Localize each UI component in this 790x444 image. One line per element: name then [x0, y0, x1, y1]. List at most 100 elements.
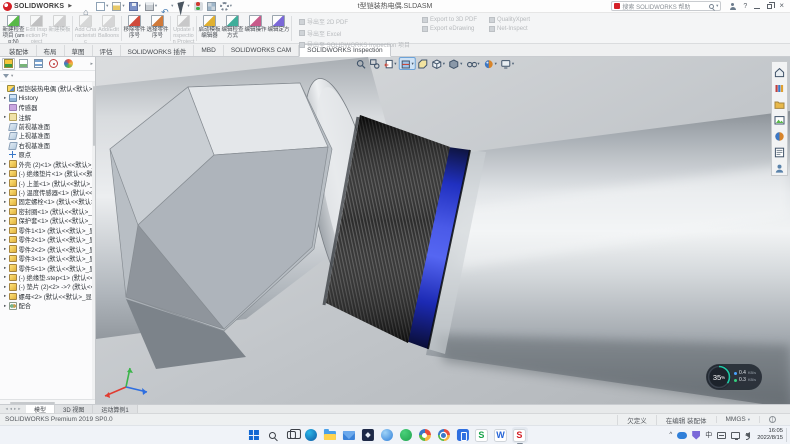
hidden-icons-chevron[interactable]: ^ [669, 432, 672, 438]
ribbon-tab-装配体[interactable]: 装配体 [2, 45, 37, 56]
ribbon-tab-草图[interactable]: 草图 [65, 45, 93, 56]
mail-taskbar-button[interactable] [340, 427, 356, 443]
tree-item-18[interactable]: ▸零件5<1> (默认<<默认>_显示状态 [0, 263, 95, 272]
edge-taskbar-button[interactable] [302, 427, 318, 443]
taskbar-clock[interactable]: 16:05 2022/8/15 [757, 428, 787, 442]
undo-button[interactable] [161, 2, 173, 11]
forum-tab[interactable] [774, 161, 785, 172]
tree-item-16[interactable]: ▸零件2<2> (默认<<默认>_显示状态 [0, 244, 95, 253]
tree-item-14[interactable]: ▸零件1<1> (默认<<默认>_显示状态 [0, 226, 95, 235]
resources-tab[interactable] [774, 65, 785, 76]
tree-item-21[interactable]: ▸螺母<2> (默认<<默认>_显示状态 [0, 292, 95, 301]
menu-flyout-arrow-icon[interactable]: ▶ [68, 3, 72, 9]
home-button[interactable] [83, 2, 92, 11]
tree-item-19[interactable]: ▸(-) 绝缘垫.step<1> (默认<<默认 [0, 273, 95, 282]
fm-tab-features[interactable] [2, 58, 15, 70]
appearances-tab[interactable] [774, 129, 785, 140]
task-view-taskbar-button[interactable] [283, 427, 299, 443]
new-button[interactable] [96, 2, 108, 11]
edit-operation-button[interactable]: 编辑操作 [244, 14, 267, 43]
speed-ball-widget[interactable]: 35% 0.4 KB/s 0.3 KB/s [706, 364, 762, 390]
fm-tab-display-manager[interactable] [62, 58, 75, 70]
ribbon-tab-布局[interactable]: 布局 [37, 45, 65, 56]
usage-percent-ball[interactable]: 35% [707, 365, 731, 389]
launch-template-editor-button[interactable]: 启动模板编辑器 [198, 14, 221, 43]
tree-item-15[interactable]: ▸零件2<1> (默认<<默认>_显示状态 [0, 235, 95, 244]
tree-item-0[interactable]: ▸History [0, 93, 95, 102]
help-button[interactable]: ? [743, 3, 747, 10]
tree-item-5[interactable]: ▸右视基准面 [0, 141, 95, 150]
green-app-taskbar-button[interactable] [397, 427, 413, 443]
tree-filter[interactable]: ▾ [0, 71, 95, 82]
restore-button[interactable] [767, 4, 772, 9]
custom-properties-tab[interactable] [774, 145, 785, 156]
tree-item-12[interactable]: ▸密封圈<1> (默认<<默认>_显示状 [0, 207, 95, 216]
ribbon-tab-solidworks-插件[interactable]: SOLIDWORKS 插件 [121, 45, 195, 56]
edit-appearance-button[interactable] [483, 58, 497, 69]
tree-item-8[interactable]: ▸(-) 绝缘垫片<1> (默认<<默认>_显 [0, 169, 95, 178]
volume-icon[interactable] [745, 432, 750, 438]
search-taskbar-button[interactable] [264, 427, 280, 443]
unit-system-selector[interactable]: MMGS ▾ [716, 416, 760, 423]
tree-item-17[interactable]: ▸零件3<1> (默认<<默认>_显示状态 [0, 254, 95, 263]
fm-tab-dimxpert[interactable] [47, 58, 60, 70]
tree-item-22[interactable]: ▸配合 [0, 301, 95, 310]
zoom-area-button[interactable] [369, 58, 380, 69]
tree-item-3[interactable]: ▸前视基准面 [0, 122, 95, 131]
edit-inspection-method-button[interactable]: 编辑检查方式 [221, 14, 244, 43]
search-box[interactable]: 搜索 SOLIDWORKS 帮助 ▾ [611, 1, 721, 11]
sign-in-icon[interactable] [729, 3, 736, 10]
file-explorer-taskbar-button[interactable] [321, 427, 337, 443]
select-balloons-button[interactable]: 选择零件序号 [146, 14, 169, 43]
ribbon-tab-solidworks-cam[interactable]: SOLIDWORKS CAM [224, 45, 299, 56]
close-button[interactable]: × [779, 2, 784, 10]
ribbon-tab-mbd[interactable]: MBD [194, 45, 223, 56]
eseal-app-taskbar-button[interactable]: S [473, 427, 489, 443]
doc-tab-3D-视图[interactable]: 3D 视图 [55, 405, 93, 413]
tree-item-7[interactable]: ▸外壳 (2)<1> (默认<<默认>_显示状 [0, 160, 95, 169]
fm-tab-overflow-icon[interactable]: ▸ [90, 61, 93, 67]
annotation-view-button[interactable] [417, 58, 428, 69]
phone-app-taskbar-button[interactable] [454, 427, 470, 443]
onedrive-icon[interactable] [677, 432, 687, 439]
section-view-button[interactable] [400, 58, 414, 69]
print-button[interactable] [145, 2, 157, 11]
fm-tab-configurations[interactable] [32, 58, 45, 70]
graphics-viewport[interactable]: 35% 0.4 KB/s 0.3 KB/s [96, 57, 790, 404]
tree-item-11[interactable]: ▸固定螺栓<1> (默认<<默认>_显示 [0, 197, 95, 206]
file-explorer-tab[interactable] [774, 97, 785, 108]
cloud-app-taskbar-button[interactable] [378, 427, 394, 443]
tree-item-2[interactable]: ▸注解 [0, 112, 95, 121]
gear-button[interactable] [220, 2, 232, 11]
tree-item-20[interactable]: ▸(-) 垫片 (2)<2> ->? (默认<<默认 [0, 282, 95, 291]
chrome-taskbar-button[interactable] [435, 427, 451, 443]
input-language-indicator[interactable]: 中 [705, 430, 712, 440]
save-button[interactable] [129, 2, 141, 11]
photos-app-taskbar-button[interactable] [359, 427, 375, 443]
display-device-icon[interactable] [731, 432, 740, 439]
fm-tab-properties[interactable] [17, 58, 30, 70]
doc-tab-运动算例1[interactable]: 运动算例1 [93, 405, 137, 413]
ribbon-tab-评估[interactable]: 评估 [93, 45, 121, 56]
open-button[interactable] [112, 2, 124, 11]
tree-root-assembly[interactable]: ▸t型铠装热电偶 (默认<默认>_显示状态-1 [0, 84, 95, 93]
solidworks-taskbar-button[interactable]: S [511, 427, 527, 443]
view-palette-tab[interactable] [774, 113, 785, 124]
browser-360-taskbar-button[interactable] [416, 427, 432, 443]
display-style-button[interactable] [449, 58, 463, 69]
search-icon[interactable] [709, 4, 714, 9]
tree-item-6[interactable]: ▸原点 [0, 150, 95, 159]
design-library-tab[interactable] [774, 81, 785, 92]
tree-vertical-scrollbar[interactable] [92, 82, 95, 399]
view-orientation-button[interactable] [431, 58, 445, 69]
wps-taskbar-button[interactable]: W [492, 427, 508, 443]
tree-item-9[interactable]: ▸(-) 上盖<1> (默认<<默认>_显示状 [0, 178, 95, 187]
minimize-button[interactable] [754, 3, 760, 9]
previous-view-button[interactable] [383, 58, 397, 69]
hide-show-items-button[interactable] [466, 58, 480, 69]
view-settings-button[interactable] [500, 58, 514, 69]
ime-keyboard-icon[interactable] [717, 432, 726, 439]
search-caret-icon[interactable]: ▾ [716, 3, 718, 9]
rebuild-button[interactable] [194, 2, 203, 11]
tab-scroll-arrows[interactable]: ◂◂▸▸ [0, 405, 26, 413]
